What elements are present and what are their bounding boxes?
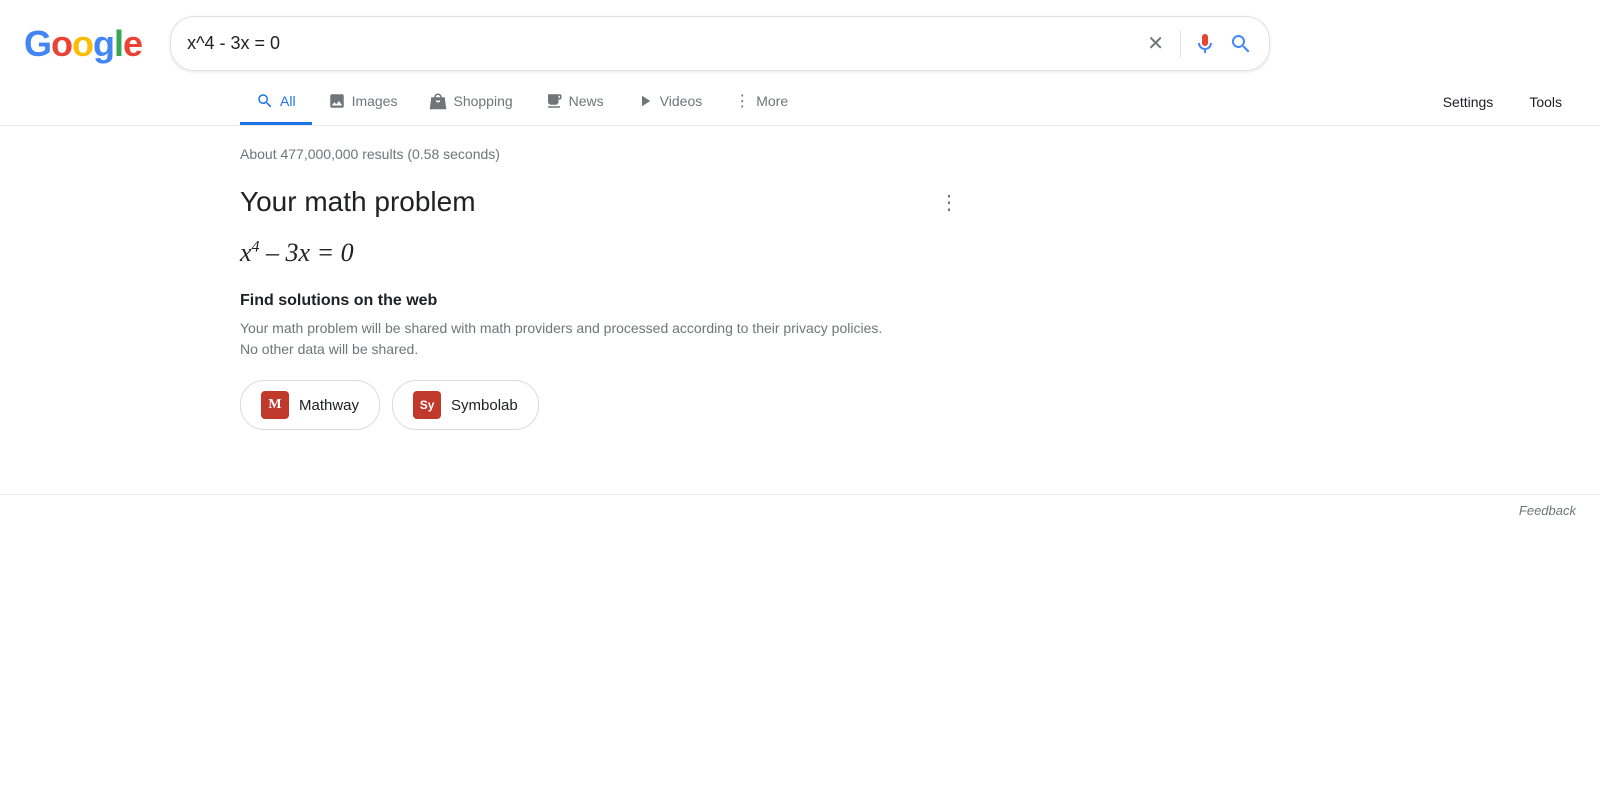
math-card: ⋮ Your math problem x4 – 3x = 0 Find sol… — [240, 186, 900, 454]
logo-letter-o1: o — [51, 23, 72, 65]
nav-right: Settings Tools — [1429, 84, 1600, 120]
videos-tab-icon — [636, 92, 654, 110]
search-bar-wrapper: ✕ — [170, 16, 1270, 71]
tab-more[interactable]: ⋮ More — [718, 79, 804, 126]
mathway-label: Mathway — [299, 397, 359, 414]
tab-videos[interactable]: Videos — [620, 80, 719, 125]
logo-letter-g2: g — [93, 23, 114, 65]
more-dots-icon: ⋮ — [734, 91, 750, 111]
tab-news-label: News — [569, 93, 604, 109]
settings-button[interactable]: Settings — [1429, 84, 1508, 120]
shopping-tab-icon — [429, 92, 447, 110]
symbolab-logo: Sy — [413, 391, 441, 419]
feedback-link[interactable]: Feedback — [1519, 503, 1576, 518]
mathway-button[interactable]: M Mathway — [240, 380, 380, 430]
find-solutions-desc: Your math problem will be shared with ma… — [240, 318, 900, 360]
find-solutions-title: Find solutions on the web — [240, 292, 900, 310]
tab-more-label: More — [756, 93, 788, 109]
logo-letter-l: l — [114, 23, 123, 65]
search-bar: ✕ — [170, 16, 1270, 71]
equation-x: x4 — [240, 238, 260, 267]
tab-images-label: Images — [352, 93, 398, 109]
news-tab-icon — [545, 92, 563, 110]
feedback-row: Feedback — [0, 495, 1600, 526]
google-logo[interactable]: Google — [24, 23, 142, 65]
nav-tabs: All Images Shopping News — [0, 71, 1600, 126]
tab-images[interactable]: Images — [312, 80, 414, 125]
tab-all-label: All — [280, 93, 296, 109]
images-tab-icon — [328, 92, 346, 110]
provider-buttons: M Mathway Sy Symbolab — [240, 380, 900, 430]
logo-letter-g: G — [24, 23, 51, 65]
tab-shopping-label: Shopping — [453, 93, 512, 109]
results-area: About 477,000,000 results (0.58 seconds)… — [0, 126, 900, 454]
math-card-title: Your math problem — [240, 186, 900, 218]
header: Google ✕ — [0, 0, 1600, 71]
tab-videos-label: Videos — [660, 93, 703, 109]
search-divider — [1180, 30, 1181, 58]
mathway-logo: M — [261, 391, 289, 419]
math-equation: x4 – 3x = 0 — [240, 238, 900, 268]
equation-minus: – 3x = 0 — [266, 238, 354, 267]
results-count: About 477,000,000 results (0.58 seconds) — [240, 146, 900, 162]
symbolab-button[interactable]: Sy Symbolab — [392, 380, 539, 430]
microphone-icon[interactable] — [1193, 32, 1217, 56]
tab-all[interactable]: All — [240, 80, 312, 125]
tab-shopping[interactable]: Shopping — [413, 80, 528, 125]
search-submit-icon[interactable] — [1229, 32, 1253, 56]
search-tab-icon — [256, 92, 274, 110]
search-input[interactable] — [187, 33, 1131, 54]
logo-letter-o2: o — [72, 23, 93, 65]
symbolab-label: Symbolab — [451, 397, 518, 414]
card-menu-icon[interactable]: ⋮ — [939, 190, 960, 215]
tab-news[interactable]: News — [529, 80, 620, 125]
tools-button[interactable]: Tools — [1515, 84, 1576, 120]
clear-icon[interactable]: ✕ — [1143, 27, 1168, 60]
logo-letter-e: e — [123, 23, 142, 65]
